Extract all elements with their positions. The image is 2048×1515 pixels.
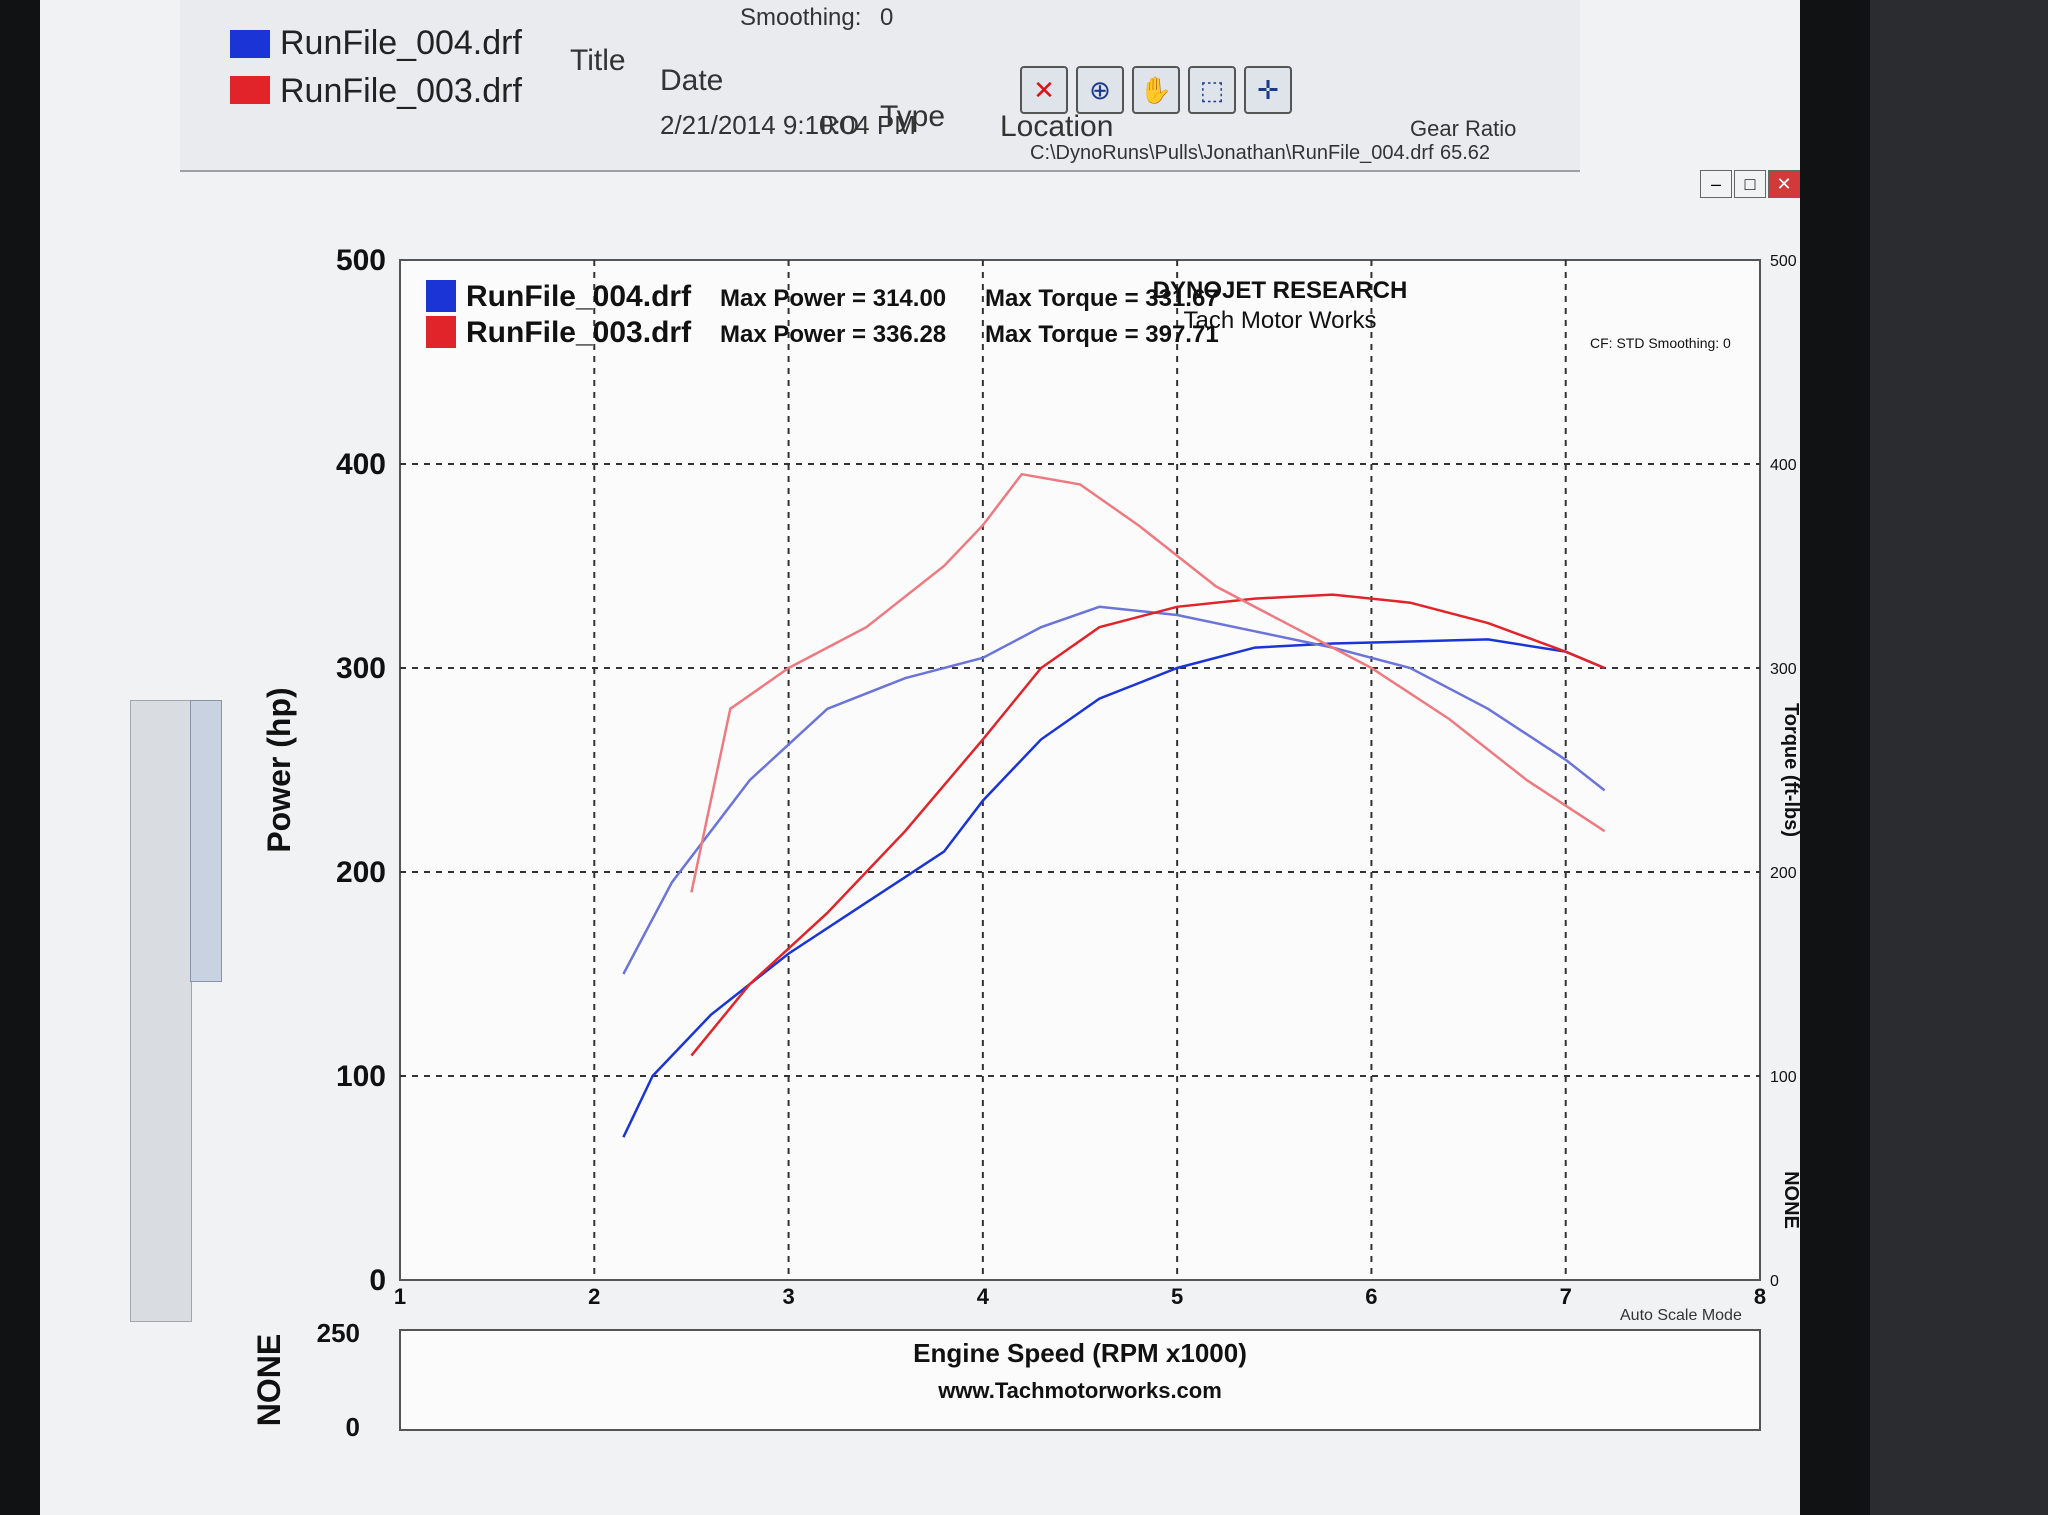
run-type: RO (820, 110, 859, 140)
smoothing-label: Smoothing: (740, 4, 862, 31)
legend-max-power: Max Power = 314.00 (720, 285, 946, 312)
legend-entry-name: RunFile_003.drf (466, 316, 692, 349)
x-tick-label: 4 (977, 1284, 990, 1309)
run-gear-ratio: 65.62 (1440, 142, 1491, 164)
legend-swatch (426, 316, 456, 348)
y2-tick-label: 300 (1770, 661, 1797, 678)
x-tick-label: 7 (1560, 1284, 1572, 1309)
window-controls: – □ ✕ (1700, 170, 1800, 210)
y-tick-label: 300 (336, 652, 386, 685)
close-icon[interactable]: ✕ (1768, 170, 1800, 198)
monitor-bezel: RunFile_004.drf RunFile_003.drf Title Da… (0, 0, 1870, 1515)
y2-axis-label: Torque (ft-lbs) (1780, 703, 1800, 837)
y-axis-ticks: 0 100 200 300 400 500 (336, 244, 386, 1297)
y-tick-label: 100 (336, 1060, 386, 1093)
select-icon[interactable]: ⬚ (1188, 66, 1236, 114)
legend-max-torque: Max Torque = 397.71 (985, 321, 1219, 348)
run-file-name[interactable]: RunFile_003.drf (280, 72, 522, 111)
left-side-panel (130, 700, 192, 1322)
legend-max-torque: Max Torque = 331.67 (985, 285, 1219, 312)
y2-tick-label: 0 (1770, 1273, 1779, 1290)
zoom-icon[interactable]: ⊕ (1076, 66, 1124, 114)
crosshair-icon[interactable]: ✛ (1244, 66, 1292, 114)
chart-toolbar: ✕ ⊕ ✋ ⬚ ✛ (1020, 56, 1300, 136)
column-header-date[interactable]: Date (660, 64, 723, 98)
x-axis-ticks: 1 2 3 4 5 6 7 8 (394, 1284, 1766, 1309)
x-tick-label: 1 (394, 1284, 406, 1309)
right-none-label: NONE (1780, 1171, 1800, 1229)
smoothing-value[interactable]: 0 (880, 4, 893, 32)
legend-swatch (426, 280, 456, 312)
x-tick-label: 2 (588, 1284, 600, 1309)
column-header-title[interactable]: Title (570, 44, 626, 78)
x-tick-label: 6 (1365, 1284, 1377, 1309)
screen: RunFile_004.drf RunFile_003.drf Title Da… (40, 0, 1802, 1515)
run-date: 2/21/2014 9:10:04 PM (660, 110, 916, 140)
run-file-name[interactable]: RunFile_004.drf (280, 24, 522, 63)
auto-scale-mode: Auto Scale Mode (1620, 1307, 1742, 1324)
y2-tick-label: 400 (1770, 457, 1797, 474)
x-tick-label: 5 (1171, 1284, 1183, 1309)
y2-tick-label: 200 (1770, 865, 1797, 882)
chart-cf-text: CF: STD Smoothing: 0 (1590, 335, 1731, 351)
clear-icon[interactable]: ✕ (1020, 66, 1068, 114)
legend-max-power: Max Power = 336.28 (720, 321, 946, 348)
minimize-icon[interactable]: – (1700, 170, 1732, 198)
chart-footer-url: www.Tachmotorworks.com (937, 1378, 1222, 1403)
run-file-table: RunFile_004.drf RunFile_003.drf Title Da… (180, 0, 1580, 172)
y-tick-label: 400 (336, 448, 386, 481)
dyno-app: RunFile_004.drf RunFile_003.drf Title Da… (40, 0, 1802, 1515)
run-color-swatch-red (230, 76, 270, 104)
y-tick-label: 200 (336, 856, 386, 889)
chart-svg: 0 100 200 300 400 500 0 100 200 300 400 500 1 2 3 4 5 6… (251, 244, 1802, 1442)
maximize-icon[interactable]: □ (1734, 170, 1766, 198)
y2-tick-label: 100 (1770, 1069, 1797, 1086)
legend-entry-name: RunFile_004.drf (466, 280, 692, 313)
y-tick-label: 0 (369, 1264, 386, 1297)
pan-icon[interactable]: ✋ (1132, 66, 1180, 114)
x-axis-label: Engine Speed (RPM x1000) (913, 1338, 1247, 1368)
run-color-swatch-blue (230, 30, 270, 58)
y-tick-label: 500 (336, 244, 386, 277)
dyno-chart: 0 100 200 300 400 500 0 100 200 300 400 500 1 2 3 4 5 6… (240, 240, 1802, 1490)
lower-panel-tick: 250 (317, 1318, 360, 1348)
x-tick-label: 3 (782, 1284, 794, 1309)
plot-frame (399, 259, 1761, 1281)
y-axis-label: Power (hp) (261, 687, 297, 852)
lower-panel-tick: 0 (346, 1412, 360, 1442)
run-location: C:\DynoRuns\Pulls\Jonathan\RunFile_004.d… (1030, 142, 1434, 164)
column-header-gear-ratio[interactable]: Gear Ratio (1410, 116, 1516, 142)
x-tick-label: 8 (1754, 1284, 1766, 1309)
room-background (1870, 0, 2048, 1515)
chart-scroll-handle[interactable] (190, 700, 222, 982)
y2-tick-label: 500 (1770, 253, 1797, 270)
lower-panel-label: NONE (251, 1334, 287, 1426)
